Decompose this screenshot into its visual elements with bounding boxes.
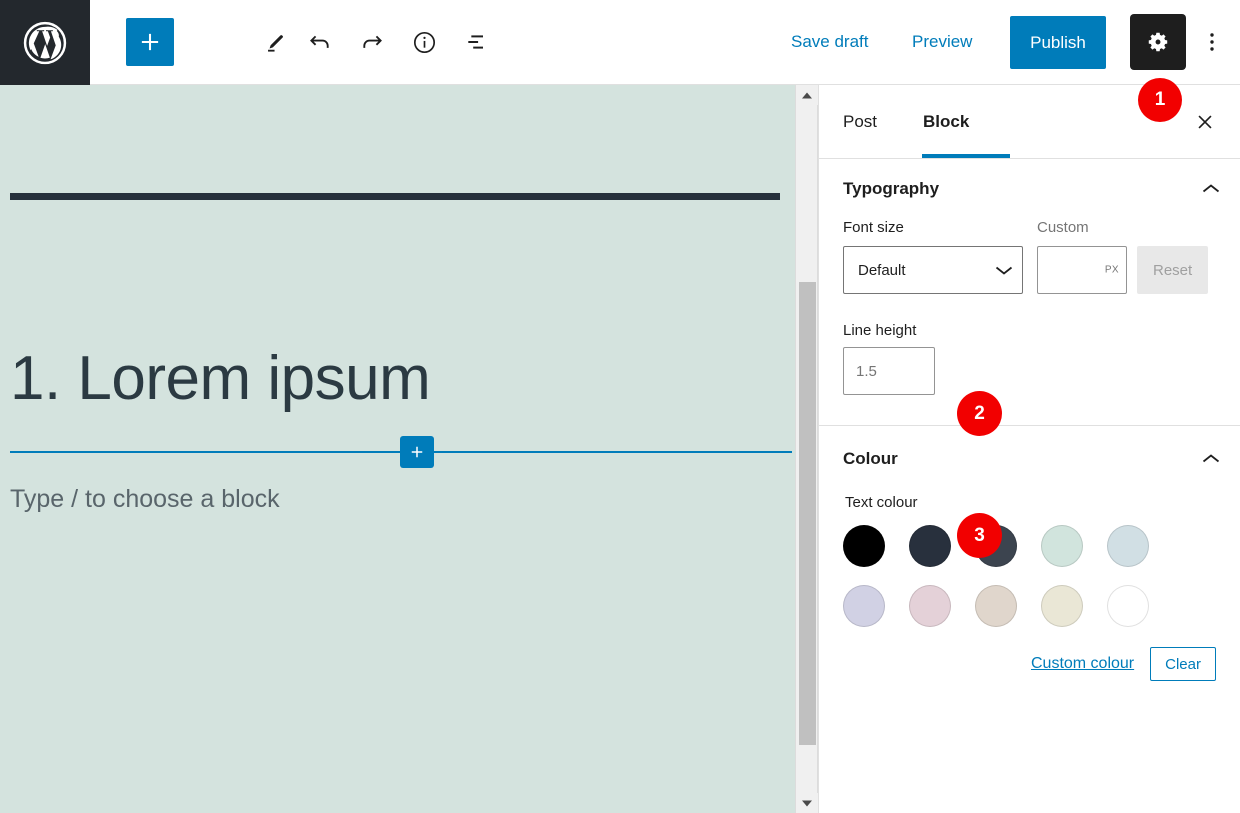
close-icon[interactable] [1188,105,1222,139]
custom-font-size-input[interactable] [1037,246,1127,294]
undo-icon[interactable] [296,18,344,66]
scroll-up-arrow-icon[interactable] [796,85,818,105]
edit-pencil-icon[interactable] [250,18,298,66]
font-size-select-wrapper: DefaultSmallNormalMediumLargeHuge [843,246,1023,294]
publish-button[interactable]: Publish [1010,16,1106,69]
chevron-up-icon [1202,183,1220,195]
colour-panel-toggle[interactable]: Colour [819,426,1240,492]
heading-block[interactable]: 1. Lorem ipsum [10,343,780,414]
colour-swatch-warm-beige[interactable] [975,585,1017,627]
active-tab-indicator [922,154,1010,158]
empty-paragraph-placeholder[interactable]: Type / to choose a block [10,485,280,514]
line-height-label: Line height [843,322,1216,339]
colour-swatch-pale-mint[interactable] [1041,525,1083,567]
tab-post[interactable]: Post [843,85,877,158]
preview-button[interactable]: Preview [912,18,972,66]
typography-panel-body: Font size Custom DefaultSmallNormalMediu… [819,219,1240,425]
canvas-scrollbar[interactable] [795,85,818,813]
colour-swatch-pale-lavender[interactable] [843,585,885,627]
separator-block[interactable] [10,193,780,200]
typography-panel-toggle[interactable]: Typography [819,159,1240,219]
inline-block-inserter-button[interactable] [400,436,434,468]
colour-swatch-dark-slate[interactable] [909,525,951,567]
tab-block[interactable]: Block [923,85,969,158]
typography-panel-title: Typography [843,179,939,199]
font-size-select[interactable]: DefaultSmallNormalMediumLargeHuge [843,246,1023,294]
custom-font-size-label: Custom [1037,219,1089,236]
editor-canvas[interactable]: 1. Lorem ipsum Type / to choose a block [0,85,795,813]
settings-gear-button[interactable] [1130,14,1186,70]
colour-swatch-black[interactable] [843,525,885,567]
list-view-icon[interactable] [452,18,500,66]
colour-swatch-pale-blue[interactable] [1107,525,1149,567]
info-icon[interactable] [400,18,448,66]
custom-font-size-wrapper: PX [1037,246,1127,294]
colour-swatch-white[interactable] [1107,585,1149,627]
add-block-button[interactable] [126,18,174,66]
colour-panel-body: Text colour Custom colour Clear [819,494,1240,711]
scroll-down-arrow-icon[interactable] [796,793,818,813]
custom-colour-link[interactable]: Custom colour [1031,655,1134,673]
editor-top-bar: Save draft Preview Publish [0,0,1240,85]
font-size-label: Font size [843,219,1037,236]
colour-panel: Colour Text colour Custom colour Clear [819,426,1240,711]
text-colour-swatches [843,525,1213,627]
colour-swatch-cream[interactable] [1041,585,1083,627]
clear-colour-button[interactable]: Clear [1150,647,1216,681]
scrollbar-thumb[interactable] [799,282,816,745]
step-marker-3: 3 [957,513,1002,558]
colour-swatch-dusty-pink[interactable] [909,585,951,627]
colour-actions: Custom colour Clear [843,647,1216,681]
colour-panel-title: Colour [843,449,898,469]
redo-icon[interactable] [348,18,396,66]
step-marker-1: 1 [1138,78,1182,122]
line-height-input[interactable] [843,347,935,395]
typography-panel: Typography Font size Custom DefaultSmall… [819,159,1240,426]
ellipsis-vertical-icon[interactable] [1192,18,1232,66]
chevron-up-icon [1202,453,1220,465]
step-marker-2: 2 [957,391,1002,436]
save-draft-button[interactable]: Save draft [791,18,869,66]
settings-sidebar: Post Block Typography Font size Custom [818,85,1240,813]
text-colour-label: Text colour [845,494,1216,511]
wordpress-logo-icon[interactable] [0,0,90,85]
reset-font-size-button[interactable]: Reset [1137,246,1208,294]
